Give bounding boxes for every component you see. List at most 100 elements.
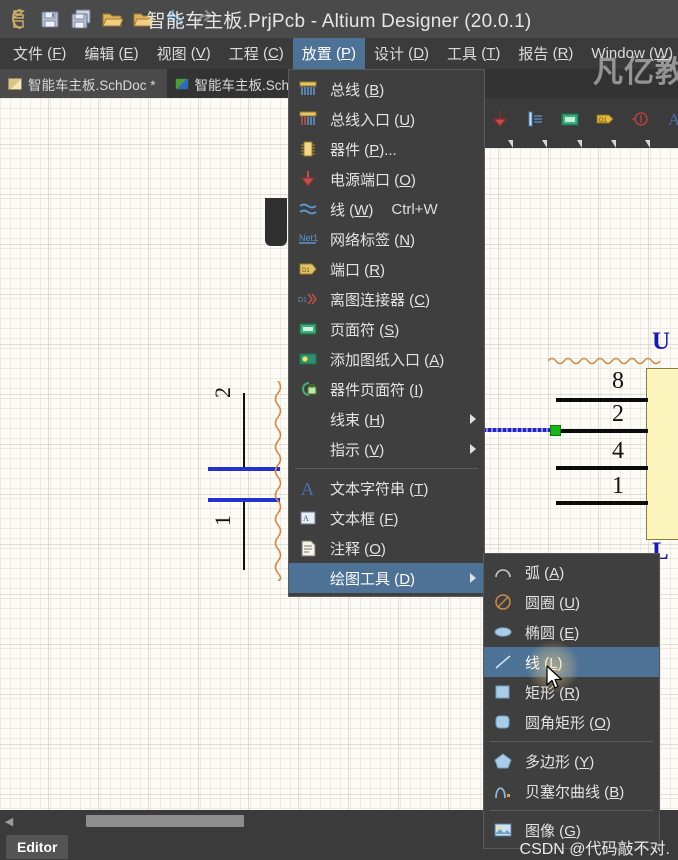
menu-project-label: 工程 [228,46,259,63]
bus-entry-icon [297,109,319,129]
menu-item-part[interactable]: 器件 (P)... [289,134,484,164]
svg-text:D1: D1 [298,297,307,304]
submenu-item-circle[interactable]: 圆圈 (U) [484,587,659,617]
svg-text:Net1: Net1 [299,233,318,243]
menu-reports[interactable]: 报告 (R) [509,38,582,69]
svg-text:A: A [303,514,309,523]
open-project-icon[interactable] [132,8,155,30]
menu-edit-label: 编辑 [84,46,115,63]
submenu-item-arc[interactable]: 弧 (A) [484,557,659,587]
menu-item-add-sheet-entry-label: 添加图纸入口 [330,351,421,369]
menu-project[interactable]: 工程 (C) [220,38,293,69]
no-erc-icon[interactable] [630,109,650,129]
chevron-right-icon [470,444,476,454]
menu-edit[interactable]: 编辑 (E) [75,38,147,69]
capacitor-plate-top[interactable] [208,467,280,471]
menu-item-power-port[interactable]: 电源端口 (O) [289,164,484,194]
menu-item-text-frame[interactable]: A 文本框 (F) [289,503,484,533]
menu-window-key: W [653,45,669,62]
menu-view[interactable]: 视图 (V) [148,38,220,69]
error-squiggle-horizontal [548,357,661,365]
undo-icon[interactable] [163,8,185,30]
menu-file[interactable]: 文件 (F) [4,38,75,69]
component-designator: U [652,328,671,355]
menu-item-sheet-symbol-label: 页面符 [330,321,376,339]
tab-schematic-main[interactable]: 智能车主板.SchDoc * [0,69,167,98]
menu-item-sheet-symbol[interactable]: 页面符 (S) [289,314,484,344]
text-string-icon[interactable]: A [665,109,678,129]
menu-item-directives[interactable]: 指示 (V) [289,434,484,464]
menu-item-wire-shortcut: Ctrl+W [391,200,438,218]
submenu-item-rounded-rectangle[interactable]: 圆角矩形 (O) [484,707,659,737]
menu-window-label: Window [591,45,645,62]
menu-reports-label: 报告 [518,46,549,63]
submenu-item-polygon-key: Y [579,753,590,771]
menu-item-add-sheet-entry[interactable]: 添加图纸入口 (A) [289,344,484,374]
place-menu-dropdown[interactable]: 总线 (B) 总线入口 (U) 器件 (P)... 电源端口 (O) 线 (W)… [288,69,485,597]
port-icon[interactable]: D1 [595,109,615,129]
submenu-item-polygon[interactable]: 多边形 (Y) [484,746,659,776]
submenu-item-arc-label: 弧 [525,564,541,582]
altium-logo-icon[interactable] [8,8,30,30]
drawing-tools-submenu[interactable]: 弧 (A) 圆圈 (U) 椭圆 (E) 线 (L) 矩形 (R) 圆角矩形 (O… [483,553,660,849]
menu-window[interactable]: Window (W) [582,38,678,69]
menu-place[interactable]: 放置 (P) [292,38,365,69]
submenu-item-ellipse[interactable]: 椭圆 (E) [484,617,659,647]
menu-item-device-sheet-symbol[interactable]: 器件页面符 (I) [289,374,484,404]
off-sheet-connector-icon: D1 [297,289,319,309]
sheet-symbol-icon[interactable] [560,109,580,129]
menu-item-bus[interactable]: 总线 (B) [289,74,484,104]
scrollbar-thumb[interactable] [86,815,244,827]
menu-item-device-sheet-symbol-label: 器件页面符 [330,381,406,399]
menu-place-key: P [340,45,351,62]
component-body[interactable] [646,368,678,540]
menu-item-drawing-tools[interactable]: 绘图工具 (D) [289,563,484,593]
menu-design-key: D [413,45,425,62]
submenu-item-bezier[interactable]: 贝塞尔曲线 (B) [484,776,659,806]
scroll-left-arrow-icon[interactable]: ◀ [0,815,18,828]
rectangle-icon [492,682,514,702]
menu-item-power-port-key: O [399,171,411,189]
menu-item-off-sheet-connector[interactable]: D1 离图连接器 (C) [289,284,484,314]
menu-item-note[interactable]: 注释 (O) [289,533,484,563]
save-all-icon[interactable] [70,8,92,30]
menu-item-text-frame-key: F [384,510,394,528]
submenu-item-bezier-key: B [609,783,620,801]
text-string-icon: A [297,478,319,499]
redo-icon[interactable] [194,8,216,30]
menu-item-net-label[interactable]: Net1 网络标签 (N) [289,224,484,254]
component-pin-lead-4 [556,466,648,470]
submenu-separator [490,741,653,742]
submenu-item-polygon-label: 多边形 [525,753,571,771]
svg-text:D1: D1 [302,268,310,274]
harness-placeholder-icon [297,409,319,429]
component-pin-lead-1 [556,501,648,505]
menu-item-part-suffix: ... [384,141,397,159]
menu-tools[interactable]: 工具 (T) [438,38,509,69]
menu-item-bus-entry-label: 总线入口 [330,111,391,129]
menu-item-harness-key: H [369,411,381,429]
menu-item-port[interactable]: D1 端口 (R) [289,254,484,284]
menu-item-text-string[interactable]: A 文本字符串 (T) [289,473,484,503]
tab-schematic-main-label: 智能车主板.SchDoc * [28,77,156,93]
save-icon[interactable] [39,8,61,30]
panel-tab-handle[interactable] [265,198,287,246]
menu-item-wire-key: W [354,201,369,219]
tab-schematic-second[interactable]: 智能车主板.Sch [166,69,301,98]
selected-wire[interactable] [483,428,557,432]
menu-item-off-sheet-connector-label: 离图连接器 [330,291,406,309]
submenu-item-circle-label: 圆圈 [525,594,556,612]
menu-item-bus-entry[interactable]: 总线入口 (U) [289,104,484,134]
menu-item-wire[interactable]: 线 (W) Ctrl+W [289,194,484,224]
menu-item-wire-label: 线 [330,201,346,219]
menu-design[interactable]: 设计 (D) [365,38,438,69]
power-port-icon [297,169,319,189]
menu-item-power-port-label: 电源端口 [330,171,391,189]
power-port-icon[interactable] [490,109,510,129]
svg-text:D1: D1 [599,118,607,124]
editor-panel-button[interactable]: Editor [6,834,69,859]
bus-entry-icon[interactable] [525,109,545,129]
open-icon[interactable] [101,8,124,30]
wire-junction-node[interactable] [550,425,561,436]
menu-item-harness[interactable]: 线束 (H) [289,404,484,434]
